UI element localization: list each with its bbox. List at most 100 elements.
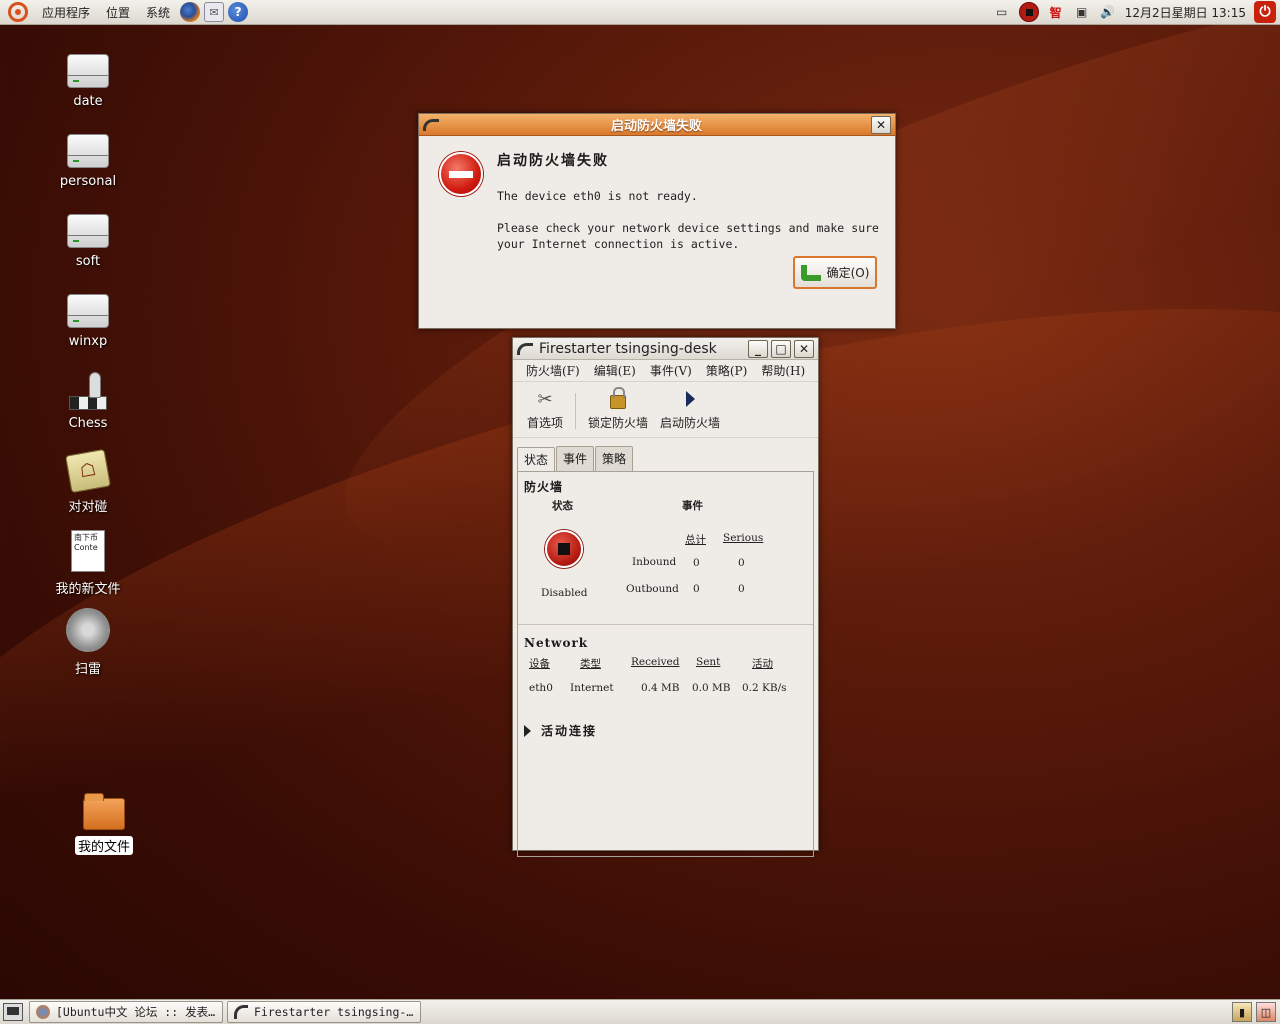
desktop-icon-soft[interactable]: soft (38, 214, 138, 269)
taskbar-item-firestarter[interactable]: Firestarter tsingsing-… (227, 1001, 421, 1023)
menu-help[interactable]: 帮助(H) (754, 362, 812, 379)
drive-icon (67, 214, 109, 248)
received-column-header: Received (631, 656, 680, 668)
error-icon (439, 152, 483, 196)
active-connections-label: 活动连接 (541, 724, 598, 738)
firestarter-icon (234, 1005, 248, 1019)
desktop-icon-new-file[interactable]: 南下币 Conte 我的新文件 (38, 530, 138, 597)
firewall-stopped-icon (545, 530, 583, 568)
expander-arrow-icon (524, 724, 531, 737)
ok-button[interactable]: 确定(O) (793, 256, 877, 289)
menu-places[interactable]: 位置 (98, 4, 138, 21)
network-section-title: Network (524, 636, 589, 650)
section-divider (518, 624, 813, 625)
dialog-title: 启动防火墙失败 (610, 119, 702, 134)
firestarter-tray-icon[interactable] (1018, 2, 1039, 22)
system-tray: ▭ 智 ▣ 🔊 12月2日星期日 13:15 ⏻ (993, 1, 1280, 23)
toolbar-separator (575, 393, 577, 429)
net-sent: 0.0 MB (692, 682, 731, 694)
desktop-icon-winxp[interactable]: winxp (38, 294, 138, 349)
desktop-icon-duiduipeng[interactable]: ☖ 对对碰 (38, 448, 138, 515)
firefox-icon (36, 1005, 50, 1019)
device-column-header: 设备 (529, 658, 550, 670)
status-panel: 防火墙 状态 事件 Disabled 总计 Serious Inbound 0 … (517, 471, 814, 857)
start-firewall-button[interactable]: 启动防火墙 (654, 388, 726, 431)
enter-arrow-icon (800, 264, 821, 281)
inbound-label: Inbound (632, 556, 677, 568)
menu-policy[interactable]: 策略(P) (699, 362, 754, 379)
menu-edit[interactable]: 编辑(E) (587, 362, 643, 379)
taskbar-item-label: [Ubuntu中文 论坛 :: 发表… (56, 1005, 216, 1019)
outbound-serious: 0 (738, 583, 745, 595)
workspace-switcher-icon[interactable]: ◫ (1256, 1002, 1276, 1022)
close-button[interactable]: ✕ (794, 339, 814, 358)
menu-firewall[interactable]: 防火墙(F) (519, 362, 587, 379)
mine-icon (66, 608, 110, 652)
desktop-icon-label: personal (59, 174, 117, 189)
mahjong-tile-icon: ☖ (65, 448, 111, 494)
dialog-message-detail: Please check your network device setting… (497, 221, 879, 251)
mail-launcher-icon[interactable]: ✉ (204, 2, 225, 22)
net-received: 0.4 MB (641, 682, 680, 694)
dialog-titlebar[interactable]: 启动防火墙失败 ✕ (419, 114, 895, 136)
firestarter-icon (517, 342, 533, 355)
desktop-icon-personal[interactable]: personal (38, 134, 138, 189)
lock-icon (607, 387, 629, 410)
top-panel: 应用程序 位置 系统 ✉ ? ▭ 智 ▣ 🔊 12月2日星期日 13:15 ⏻ (0, 0, 1280, 25)
serious-column-header: Serious (723, 532, 764, 544)
sent-column-header: Sent (696, 656, 721, 668)
tab-status[interactable]: 状态 (517, 447, 556, 472)
dialog-heading: 启动防火墙失败 (497, 153, 609, 169)
dialog-body: 启动防火墙失败 The device eth0 is not ready. Pl… (419, 136, 895, 252)
desktop-icon-label: 扫雷 (74, 662, 101, 677)
firewall-section-title: 防火墙 (524, 480, 564, 494)
window-title: Firestarter tsingsing-desk (539, 340, 717, 357)
desktop-icon-minesweeper[interactable]: 扫雷 (38, 608, 138, 677)
desktop-icon-label: 我的新文件 (55, 582, 121, 597)
desktop-icon-my-files[interactable]: 我的文件 (54, 793, 154, 855)
power-icon[interactable]: ⏻ (1254, 1, 1276, 23)
minimize-button[interactable]: _ (748, 339, 768, 358)
tab-events[interactable]: 事件 (556, 446, 595, 471)
active-connections-expander[interactable]: 活动连接 (524, 722, 597, 739)
close-button[interactable]: ✕ (871, 115, 891, 134)
error-dialog: 启动防火墙失败 ✕ 启动防火墙失败 The device eth0 is not… (418, 113, 896, 329)
printer-icon[interactable]: ▭ (993, 3, 1011, 21)
tab-policy[interactable]: 策略 (595, 446, 634, 471)
lock-firewall-button[interactable]: 锁定防火墙 (582, 387, 654, 431)
menu-system[interactable]: 系统 (138, 4, 178, 21)
chess-icon (67, 372, 109, 410)
menubar: 防火墙(F) 编辑(E) 事件(V) 策略(P) 帮助(H) (513, 360, 818, 382)
preferences-button[interactable]: ✂ 首选项 (521, 388, 569, 431)
status-header: 状态 (552, 500, 573, 512)
desktop-icon-label: Chess (68, 416, 108, 431)
firestarter-titlebar[interactable]: Firestarter tsingsing-desk _ □ ✕ (513, 338, 818, 360)
ok-button-label: 确定(O) (826, 266, 870, 280)
network-icon[interactable]: ▣ (1073, 3, 1091, 21)
desktop-icon-label: soft (75, 254, 101, 269)
desktop-icon-date[interactable]: date (38, 54, 138, 109)
maximize-button[interactable]: □ (771, 339, 791, 358)
menu-applications[interactable]: 应用程序 (34, 4, 98, 21)
desktop-icon-label: winxp (68, 334, 108, 349)
firestarter-icon (423, 118, 439, 131)
desktop-icon-chess[interactable]: Chess (38, 372, 138, 431)
desktop-icon-label: date (73, 94, 103, 109)
taskbar-item-browser[interactable]: [Ubuntu中文 论坛 :: 发表… (29, 1001, 223, 1023)
play-icon (679, 388, 701, 410)
tools-icon: ✂ (537, 388, 553, 410)
total-column-header: 总计 (685, 534, 706, 546)
input-method-icon[interactable]: 智 (1047, 3, 1065, 21)
dialog-message: The device eth0 is not ready. (497, 189, 698, 203)
drive-icon (67, 54, 109, 88)
help-launcher-icon[interactable]: ? (228, 2, 249, 22)
ubuntu-logo-icon[interactable] (8, 2, 28, 22)
menu-events[interactable]: 事件(V) (643, 362, 699, 379)
volume-icon[interactable]: 🔊 (1099, 3, 1117, 21)
tab-bar: 状态 事件 策略 (513, 438, 818, 472)
clock[interactable]: 12月2日星期日 13:15 (1125, 4, 1246, 21)
firewall-status-value: Disabled (541, 587, 588, 599)
show-desktop-icon[interactable] (3, 1003, 23, 1021)
firefox-launcher-icon[interactable] (180, 2, 201, 22)
trash-icon[interactable]: ▮ (1232, 1002, 1252, 1022)
